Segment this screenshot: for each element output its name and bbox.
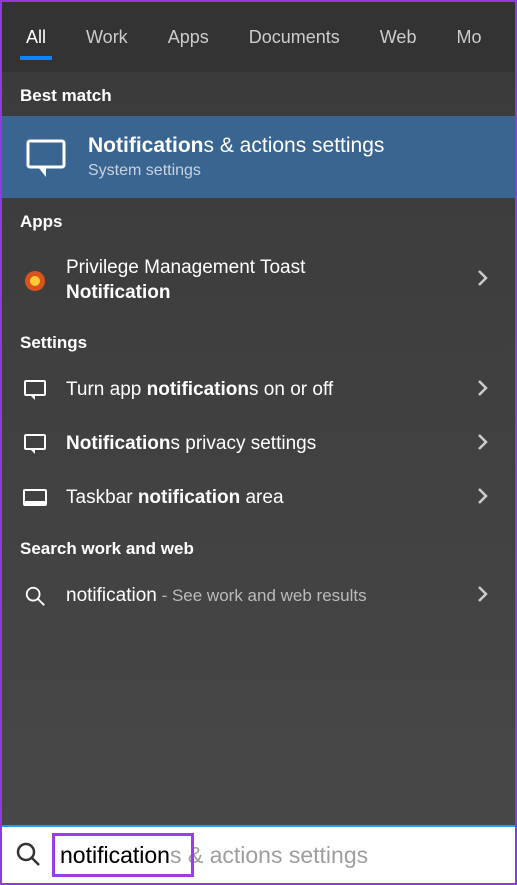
chevron-right-icon bbox=[477, 379, 493, 402]
best-match-result[interactable]: Notifications & actions settings System … bbox=[2, 116, 515, 198]
app-result-privilege-toast[interactable]: Privilege Management Toast Notification bbox=[2, 242, 515, 319]
settings-result-toggle-notifications[interactable]: Turn app notifications on or off bbox=[2, 363, 515, 417]
tab-work[interactable]: Work bbox=[70, 5, 144, 70]
chevron-right-icon bbox=[477, 585, 493, 608]
search-input-container[interactable]: notifications & actions settings notific… bbox=[52, 835, 503, 875]
settings-result-privacy[interactable]: Notifications privacy settings bbox=[2, 417, 515, 471]
best-match-title-highlight: Notification bbox=[88, 134, 204, 157]
settings-result-text: Taskbar notification area bbox=[66, 486, 459, 511]
tab-apps[interactable]: Apps bbox=[152, 5, 225, 70]
notifications-settings-icon bbox=[24, 135, 68, 179]
notification-bubble-icon bbox=[22, 431, 48, 457]
chevron-right-icon bbox=[477, 487, 493, 510]
search-bar: notifications & actions settings notific… bbox=[2, 825, 515, 883]
section-apps: Apps bbox=[2, 198, 515, 242]
section-settings: Settings bbox=[2, 319, 515, 363]
app-icon bbox=[22, 268, 48, 294]
best-match-subtitle: System settings bbox=[88, 162, 499, 180]
web-search-result[interactable]: notification - See work and web results bbox=[2, 569, 515, 623]
tab-documents[interactable]: Documents bbox=[233, 5, 356, 70]
best-match-text: Notifications & actions settings System … bbox=[88, 134, 499, 180]
web-search-text: notification - See work and web results bbox=[66, 584, 459, 609]
settings-result-text: Notifications privacy settings bbox=[66, 432, 459, 457]
settings-result-text: Turn app notifications on or off bbox=[66, 378, 459, 403]
search-icon bbox=[22, 583, 48, 609]
search-input[interactable] bbox=[60, 842, 511, 869]
chevron-right-icon bbox=[477, 433, 493, 456]
tab-more[interactable]: Mo bbox=[440, 5, 497, 70]
settings-result-taskbar-area[interactable]: Taskbar notification area bbox=[2, 471, 515, 525]
filter-tabs: All Work Apps Documents Web Mo bbox=[2, 2, 515, 72]
tab-all[interactable]: All bbox=[10, 5, 62, 70]
results-panel: Best match Notifications & actions setti… bbox=[2, 72, 515, 825]
section-search-web: Search work and web bbox=[2, 525, 515, 569]
chevron-right-icon bbox=[477, 269, 493, 292]
app-result-text: Privilege Management Toast Notification bbox=[66, 256, 459, 305]
search-icon bbox=[14, 840, 44, 870]
tab-web[interactable]: Web bbox=[364, 5, 433, 70]
notification-bubble-icon bbox=[22, 377, 48, 403]
section-best-match: Best match bbox=[2, 72, 515, 116]
taskbar-icon bbox=[22, 485, 48, 511]
best-match-title-rest: s & actions settings bbox=[204, 134, 385, 157]
